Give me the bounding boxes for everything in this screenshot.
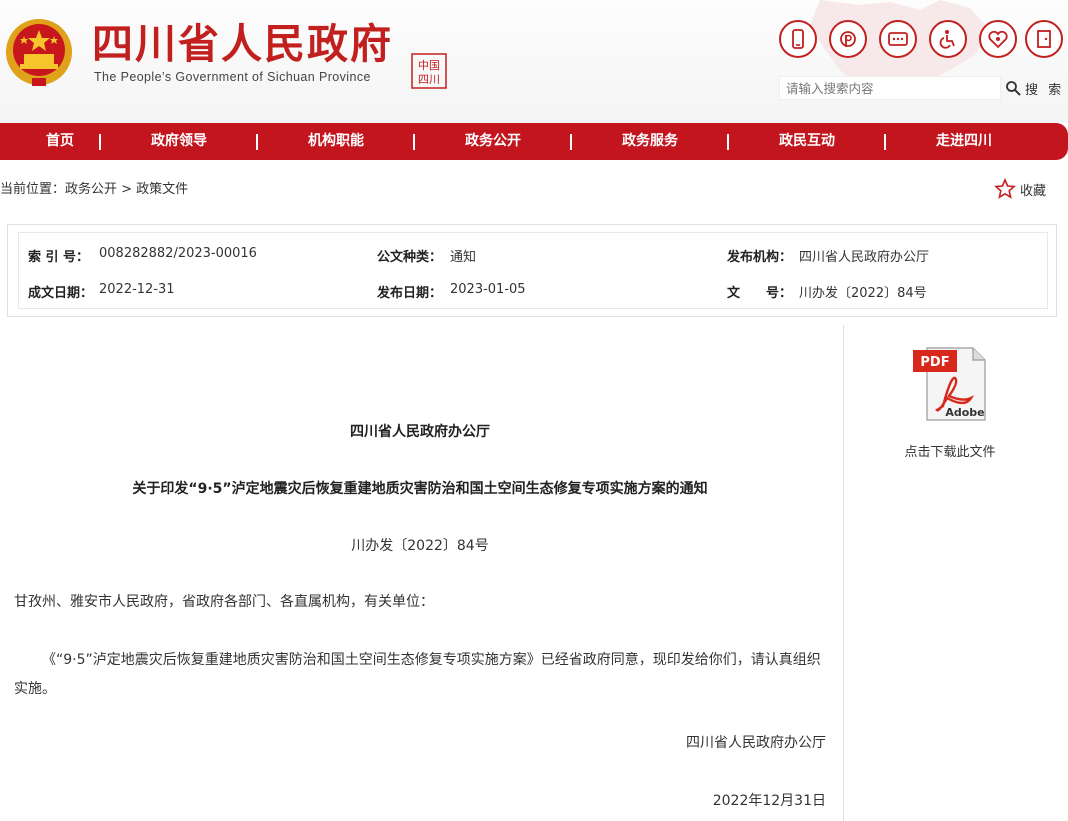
document-date: 2022年12月31日 — [712, 793, 826, 809]
collect-label: 收藏 — [1020, 183, 1047, 199]
published-date-value: 2023-01-05 — [450, 282, 526, 297]
nav-separator — [884, 134, 886, 150]
nav-separator — [256, 134, 258, 150]
doc-number-value: 川办发〔2022〕84号 — [799, 286, 927, 301]
nav-item-open-affairs[interactable]: 政务公开 — [433, 123, 553, 160]
national-emblem-icon — [6, 19, 72, 86]
index-value: 008282882/2023-00016 — [99, 246, 257, 261]
type-label: 公文种类： — [377, 250, 443, 265]
nav-item-sichuan[interactable]: 走进四川 — [904, 123, 1024, 160]
weibo-icon[interactable] — [829, 20, 867, 58]
nav-item-services[interactable]: 政务服务 — [590, 123, 710, 160]
nav-item-home[interactable]: 首页 — [0, 123, 120, 160]
china-seal-logo: 中国 四川 — [411, 53, 447, 89]
document-org: 四川省人民政府办公厅 — [350, 424, 490, 440]
type-value: 通知 — [450, 250, 477, 265]
breadcrumb: 当前位置：政务公开 > 政策文件 — [0, 182, 189, 197]
nav-item-leaders[interactable]: 政府领导 — [119, 123, 239, 160]
care-icon[interactable] — [979, 20, 1017, 58]
published-date-label: 发布日期： — [377, 286, 443, 301]
pdf-badge: PDF — [920, 355, 949, 370]
svg-text:四川: 四川 — [418, 73, 440, 86]
created-date-value: 2022-12-31 — [99, 282, 175, 297]
publisher-label: 发布机构： — [727, 250, 793, 265]
search-icon — [1006, 81, 1021, 96]
site-title: 四川省人民政府 — [92, 20, 393, 68]
document-signature: 四川省人民政府办公厅 — [686, 735, 826, 751]
collect-button[interactable]: 收藏 — [994, 178, 1046, 200]
document-body: 《“9·5”泸定地震灾后恢复重建地质灾害防治和国土空间生态修复专项实施方案》已经… — [14, 652, 821, 697]
pdf-brand: Adobe — [945, 406, 984, 419]
document-info-box: 索 引 号： 008282882/2023-00016 公文种类： 通知 发布机… — [7, 224, 1057, 317]
site-subtitle: The People’s Government of Sichuan Provi… — [94, 70, 371, 84]
main-nav: 首页 政府领导 机构职能 政务公开 政务服务 政民互动 走进四川 — [0, 123, 1068, 160]
index-label: 索 引 号： — [28, 250, 90, 265]
search-button-label: 搜 索 — [1025, 82, 1065, 98]
document-recipients: 甘孜州、雅安市人民政府，省政府各部门、各直属机构，有关单位： — [14, 594, 434, 610]
publisher-value: 四川省人民政府办公厅 — [799, 250, 930, 265]
site-header: 四川省人民政府 The People’s Government of Sichu… — [0, 0, 1068, 123]
content-divider — [843, 325, 844, 821]
svg-text:中国: 中国 — [418, 59, 440, 72]
pdf-download-link[interactable]: 点击下载此文件 — [860, 441, 1040, 460]
document-info-inner: 索 引 号： 008282882/2023-00016 公文种类： 通知 发布机… — [18, 232, 1048, 309]
search-button[interactable]: 搜 索 — [1005, 76, 1065, 100]
doc-number-label: 文 号： — [727, 286, 793, 301]
accessibility-icon[interactable] — [929, 20, 967, 58]
pdf-file-icon[interactable]: PDF Adobe — [913, 346, 987, 422]
nav-separator — [413, 134, 415, 150]
exit-icon[interactable] — [1025, 20, 1063, 58]
created-date-label: 成文日期： — [28, 286, 94, 301]
mobile-icon[interactable] — [779, 20, 817, 58]
star-icon — [994, 178, 1016, 199]
nav-separator — [727, 134, 729, 150]
search-input[interactable]: 请输入搜索内容 — [779, 76, 1001, 100]
message-icon[interactable] — [879, 20, 917, 58]
nav-separator — [99, 134, 101, 150]
document-title: 关于印发“9·5”泸定地震灾后恢复重建地质灾害防治和国土空间生态修复专项实施方案… — [132, 481, 708, 497]
document-number: 川办发〔2022〕84号 — [351, 538, 489, 554]
nav-item-functions[interactable]: 机构职能 — [276, 123, 396, 160]
nav-separator — [570, 134, 572, 150]
nav-item-interaction[interactable]: 政民互动 — [747, 123, 867, 160]
